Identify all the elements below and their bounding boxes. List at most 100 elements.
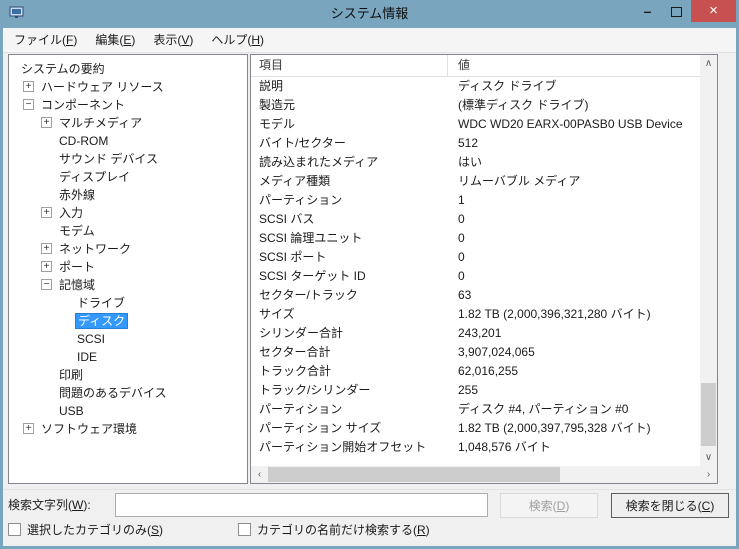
scroll-down-icon[interactable]: ∨	[700, 449, 717, 466]
item-cell: SCSI バス	[259, 212, 315, 226]
window-title: システム情報	[330, 6, 409, 21]
tree-item-scsi[interactable]: SCSI	[9, 330, 247, 348]
horizontal-scrollbar[interactable]: ‹ ›	[251, 466, 717, 483]
table-row[interactable]: 読み込まれたメディア はい	[251, 152, 700, 171]
tree-item-label: ドライブ	[77, 296, 126, 310]
table-row[interactable]: パーティション開始オフセット 1,048,576 バイト	[251, 437, 700, 456]
item-cell: SCSI ポート	[259, 250, 327, 264]
table-row[interactable]: バイト/セクター 512	[251, 133, 700, 152]
table-row[interactable]: 製造元 (標準ディスク ドライブ)	[251, 95, 700, 114]
item-cell: メディア種類	[259, 174, 331, 188]
item-cell: SCSI ターゲット ID	[259, 269, 366, 283]
tree-item-sound-devices[interactable]: サウンド デバイス	[9, 150, 247, 168]
menu-item-view[interactable]: 表示(V)	[144, 29, 202, 52]
tree-item-problem-devices[interactable]: 問題のあるデバイス	[9, 384, 247, 402]
table-row[interactable]: 説明 ディスク ドライブ	[251, 76, 700, 95]
tree-item-display[interactable]: ディスプレイ	[9, 168, 247, 186]
tree-item-software-environment[interactable]: + ソフトウェア環境	[9, 420, 247, 438]
expander-closed-icon[interactable]: +	[41, 117, 52, 128]
expander-closed-icon[interactable]: +	[23, 423, 34, 434]
search-input[interactable]	[115, 493, 488, 517]
menu-item-edit[interactable]: 編集(E)	[86, 29, 144, 52]
tree-item-usb[interactable]: USB	[9, 402, 247, 420]
tree-item-ide[interactable]: IDE	[9, 348, 247, 366]
table-row[interactable]: セクター/トラック 63	[251, 285, 700, 304]
item-cell: パーティション	[259, 193, 343, 207]
tree-item-infrared[interactable]: 赤外線	[9, 186, 247, 204]
checkbox-selected-category-only-label: 選択したカテゴリのみ(S)	[27, 523, 164, 537]
tree-item-multimedia[interactable]: + マルチメディア	[9, 114, 247, 132]
scroll-up-icon[interactable]: ∧	[700, 55, 717, 72]
vertical-scrollbar-thumb[interactable]	[701, 383, 716, 446]
horizontal-scrollbar-thumb[interactable]	[268, 467, 560, 482]
tree-item-system-summary[interactable]: システムの要約	[9, 60, 247, 78]
tree-item-label: 入力	[59, 206, 84, 220]
tree-item-label: ディスク	[75, 313, 129, 329]
close-icon[interactable]: ×	[691, 0, 736, 22]
tree-item-components[interactable]: − コンポーネント	[9, 96, 247, 114]
expander-closed-icon[interactable]: +	[41, 261, 52, 272]
window-border-left	[0, 28, 3, 549]
search-button[interactable]: 検索(D)	[500, 493, 598, 518]
table-row[interactable]: メディア種類 リムーバブル メディア	[251, 171, 700, 190]
table-row[interactable]: SCSI バス 0	[251, 209, 700, 228]
maximize-icon[interactable]	[662, 0, 691, 22]
expander-open-icon[interactable]: −	[41, 279, 52, 290]
tree-item-storage[interactable]: − 記憶域	[9, 276, 247, 294]
table-row[interactable]: トラック合計 62,016,255	[251, 361, 700, 380]
table-row[interactable]: SCSI 論理ユニット 0	[251, 228, 700, 247]
tree-item-ports[interactable]: + ポート	[9, 258, 247, 276]
item-cell: パーティション	[259, 402, 343, 416]
checkbox-category-names-only[interactable]	[238, 523, 251, 536]
system-info-window: システム情報 – × ファイル(F) 編集(E) 表示(V) ヘルプ(H) システムの…	[0, 0, 739, 549]
value-cell: 0	[458, 230, 465, 245]
table-row[interactable]: モデル WDC WD20 EARX-00PASB0 USB Device	[251, 114, 700, 133]
tree-item-disks[interactable]: ディスク	[9, 312, 247, 330]
vertical-scrollbar[interactable]: ∧ ∨	[700, 55, 717, 466]
value-cell: 3,907,024,065	[458, 344, 535, 359]
tree-item-network[interactable]: + ネットワーク	[9, 240, 247, 258]
value-cell: 512	[458, 135, 479, 150]
tree-item-modem[interactable]: モデム	[9, 222, 247, 240]
table-row[interactable]: パーティション ディスク #4, パーティション #0	[251, 399, 700, 418]
tree-item-input[interactable]: + 入力	[9, 204, 247, 222]
table-row[interactable]: サイズ 1.82 TB (2,000,396,321,280 バイト)	[251, 304, 700, 323]
menu-item-file[interactable]: ファイル(F)	[5, 29, 86, 52]
search-area-separator	[3, 489, 736, 490]
table-row[interactable]: SCSI ポート 0	[251, 247, 700, 266]
tree-item-label: システムの要約	[21, 62, 105, 76]
tree-item-hardware-resources[interactable]: + ハードウェア リソース	[9, 78, 247, 96]
checkbox-selected-category-only[interactable]	[8, 523, 21, 536]
expander-closed-icon[interactable]: +	[23, 81, 34, 92]
tree-item-label: コンポーネント	[41, 98, 126, 112]
tree-item-printing[interactable]: 印刷	[9, 366, 247, 384]
tree-item-label: CD-ROM	[59, 134, 109, 148]
minimize-icon[interactable]: –	[633, 0, 662, 22]
search-options-row: 選択したカテゴリのみ(S) カテゴリの名前だけ検索する(R)	[8, 521, 731, 539]
item-cell: サイズ	[259, 307, 295, 321]
table-row[interactable]: パーティション サイズ 1.82 TB (2,000,397,795,328 バイ…	[251, 418, 700, 437]
scroll-left-icon[interactable]: ‹	[251, 466, 268, 483]
value-cell: 1,048,576 バイト	[458, 440, 551, 454]
tree-item-label: 印刷	[59, 368, 84, 382]
value-cell: ディスク ドライブ	[458, 79, 557, 93]
value-cell: 63	[458, 287, 472, 302]
table-row[interactable]: パーティション 1	[251, 190, 700, 209]
table-row[interactable]: SCSI ターゲット ID 0	[251, 266, 700, 285]
column-header-item[interactable]: 項目	[251, 55, 448, 76]
column-header-value[interactable]: 値	[448, 55, 700, 76]
table-row[interactable]: シリンダー合計 243,201	[251, 323, 700, 342]
tree-item-cd-rom[interactable]: CD-ROM	[9, 132, 247, 150]
tree-item-label: IDE	[77, 350, 98, 364]
tree-item-drives[interactable]: ドライブ	[9, 294, 247, 312]
table-row[interactable]: セクター合計 3,907,024,065	[251, 342, 700, 361]
table-row[interactable]: トラック/シリンダー 255	[251, 380, 700, 399]
close-search-button[interactable]: 検索を閉じる(C)	[611, 493, 729, 518]
expander-open-icon[interactable]: −	[23, 99, 34, 110]
expander-closed-icon[interactable]: +	[41, 243, 52, 254]
menu-item-help[interactable]: ヘルプ(H)	[202, 29, 273, 52]
details-list-body: 説明 ディスク ドライブ 製造元 (標準ディスク ドライブ) モデル WDC WD20 E…	[251, 76, 700, 466]
expander-closed-icon[interactable]: +	[41, 207, 52, 218]
value-cell: 1	[458, 192, 465, 207]
scroll-right-icon[interactable]: ›	[700, 466, 717, 483]
